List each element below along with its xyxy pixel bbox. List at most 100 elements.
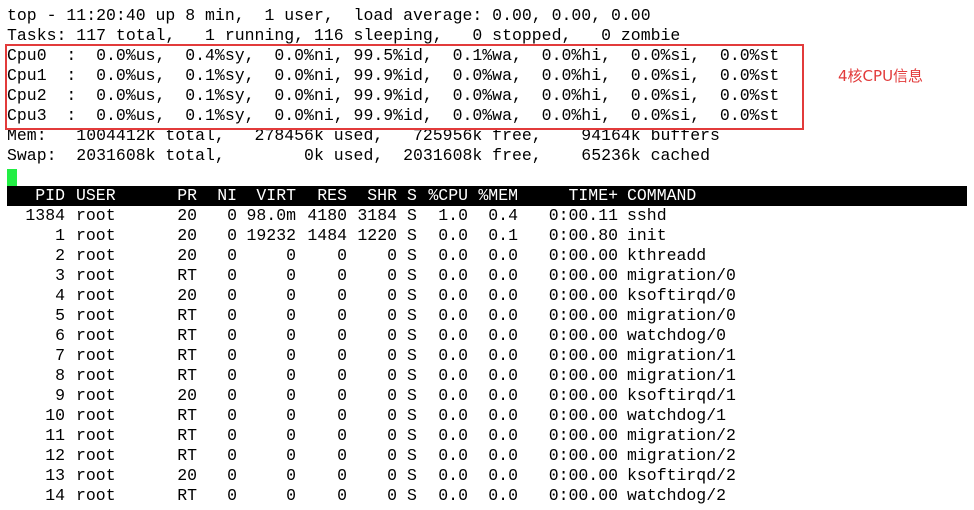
- cell-mem-percent: 0.4: [488, 206, 518, 225]
- cell-mem-percent: 0.1: [488, 226, 518, 245]
- table-row[interactable]: 11 root RT 0 0 0 0 S 0.0 0.0 0:00.00 migration/2: [7, 426, 967, 446]
- cell-nice: 0: [227, 386, 237, 405]
- table-row[interactable]: 2 root 20 0 0 0 0 S 0.0 0.0 0:00.00 kthreadd: [7, 246, 967, 266]
- cell-time: 0:00.00: [548, 466, 618, 485]
- cell-shr: 1220: [357, 226, 397, 245]
- process-table-header: PID USER PR NI VIRT RES SHR S %CPU %MEM …: [7, 186, 967, 206]
- table-row[interactable]: 3 root RT 0 0 0 0 S 0.0 0.0 0:00.00 migration/0: [7, 266, 967, 286]
- cell-cpu-percent: 0.0: [438, 466, 468, 485]
- terminal-cursor: [7, 169, 17, 186]
- cell-user: root: [76, 326, 116, 345]
- uptime-line: top - 11:20:40 up 8 min, 1 user, load av…: [7, 6, 651, 25]
- cell-nice: 0: [227, 406, 237, 425]
- cell-state: S: [407, 406, 417, 425]
- cell-state: S: [407, 446, 417, 465]
- cell-command: migration/2: [627, 446, 736, 465]
- cell-state: S: [407, 266, 417, 285]
- cell-time: 0:00.00: [548, 366, 618, 385]
- cell-command: sshd: [627, 206, 667, 225]
- cell-cpu-percent: 0.0: [438, 486, 468, 505]
- cell-mem-percent: 0.0: [488, 426, 518, 445]
- cell-state: S: [407, 246, 417, 265]
- cell-virt: 0: [286, 426, 296, 445]
- cell-priority: RT: [177, 346, 197, 365]
- table-row[interactable]: 12 root RT 0 0 0 0 S 0.0 0.0 0:00.00 migration/2: [7, 446, 967, 466]
- cell-virt: 98.0m: [246, 206, 296, 225]
- cell-user: root: [76, 226, 116, 245]
- cell-shr: 0: [387, 306, 397, 325]
- table-row[interactable]: 13 root 20 0 0 0 0 S 0.0 0.0 0:00.00 ksoftirqd/2: [7, 466, 967, 486]
- table-row[interactable]: 10 root RT 0 0 0 0 S 0.0 0.0 0:00.00 watchdog/1: [7, 406, 967, 426]
- cell-priority: 20: [177, 206, 197, 225]
- cell-res: 0: [337, 246, 347, 265]
- cell-mem-percent: 0.0: [488, 246, 518, 265]
- cell-time: 0:00.00: [548, 326, 618, 345]
- cell-shr: 0: [387, 266, 397, 285]
- cell-mem-percent: 0.0: [488, 406, 518, 425]
- cell-state: S: [407, 466, 417, 485]
- cell-nice: 0: [227, 206, 237, 225]
- table-row[interactable]: 14 root RT 0 0 0 0 S 0.0 0.0 0:00.00 watchdog/2: [7, 486, 967, 506]
- cell-cpu-percent: 0.0: [438, 406, 468, 425]
- cell-virt: 0: [286, 246, 296, 265]
- table-row[interactable]: 9 root 20 0 0 0 0 S 0.0 0.0 0:00.00 ksoftirqd/1: [7, 386, 967, 406]
- cell-user: root: [76, 306, 116, 325]
- cell-user: root: [76, 206, 116, 225]
- cell-cpu-percent: 0.0: [438, 266, 468, 285]
- col-command: COMMAND: [627, 186, 697, 205]
- cell-mem-percent: 0.0: [488, 286, 518, 305]
- table-row[interactable]: 4 root 20 0 0 0 0 S 0.0 0.0 0:00.00 ksoftirqd/0: [7, 286, 967, 306]
- cell-nice: 0: [227, 306, 237, 325]
- col-time: TIME+: [568, 186, 618, 205]
- table-row[interactable]: 8 root RT 0 0 0 0 S 0.0 0.0 0:00.00 migration/1: [7, 366, 967, 386]
- cell-virt: 0: [286, 406, 296, 425]
- cell-shr: 0: [387, 246, 397, 265]
- cell-virt: 0: [286, 266, 296, 285]
- cell-state: S: [407, 366, 417, 385]
- cell-pid: 10: [45, 406, 65, 425]
- cell-cpu-percent: 0.0: [438, 386, 468, 405]
- cell-user: root: [76, 246, 116, 265]
- cell-time: 0:00.00: [548, 246, 618, 265]
- col-virt: VIRT: [256, 186, 296, 205]
- cell-shr: 0: [387, 426, 397, 445]
- cell-user: root: [76, 426, 116, 445]
- cell-res: 0: [337, 406, 347, 425]
- cell-time: 0:00.80: [548, 226, 618, 245]
- cell-shr: 3184: [357, 206, 397, 225]
- col-pid: PID: [35, 186, 65, 205]
- cell-virt: 0: [286, 366, 296, 385]
- cell-time: 0:00.00: [548, 306, 618, 325]
- cell-nice: 0: [227, 426, 237, 445]
- table-row[interactable]: 7 root RT 0 0 0 0 S 0.0 0.0 0:00.00 migration/1: [7, 346, 967, 366]
- cell-pid: 4: [55, 286, 65, 305]
- table-row[interactable]: 1384 root 20 0 98.0m 4180 3184 S 1.0 0.4 0:00.11 ss…: [7, 206, 967, 226]
- cell-cpu-percent: 1.0: [438, 206, 468, 225]
- cell-pid: 5: [55, 306, 65, 325]
- col-ni: NI: [217, 186, 237, 205]
- cell-priority: 20: [177, 286, 197, 305]
- cell-pid: 1: [55, 226, 65, 245]
- cell-state: S: [407, 326, 417, 345]
- cell-command: kthreadd: [627, 246, 707, 265]
- cell-command: init: [627, 226, 667, 245]
- table-row[interactable]: 5 root RT 0 0 0 0 S 0.0 0.0 0:00.00 migration/0: [7, 306, 967, 326]
- cell-virt: 0: [286, 446, 296, 465]
- cell-user: root: [76, 286, 116, 305]
- cpu-highlight-box: [5, 44, 804, 130]
- table-row[interactable]: 1 root 20 0 19232 1484 1220 S 0.0 0.1 0:00.80 init: [7, 226, 967, 246]
- cell-pid: 14: [45, 486, 65, 505]
- col-user: USER: [76, 186, 116, 205]
- table-row[interactable]: 6 root RT 0 0 0 0 S 0.0 0.0 0:00.00 watchdog/0: [7, 326, 967, 346]
- cell-res: 0: [337, 346, 347, 365]
- cell-priority: RT: [177, 306, 197, 325]
- cell-pid: 11: [45, 426, 65, 445]
- cell-state: S: [407, 306, 417, 325]
- cell-pid: 1384: [25, 206, 65, 225]
- cell-shr: 0: [387, 326, 397, 345]
- cell-time: 0:00.00: [548, 406, 618, 425]
- cell-cpu-percent: 0.0: [438, 326, 468, 345]
- cell-command: watchdog/0: [627, 326, 727, 345]
- cell-command: migration/0: [627, 306, 736, 325]
- cell-command: migration/0: [627, 266, 736, 285]
